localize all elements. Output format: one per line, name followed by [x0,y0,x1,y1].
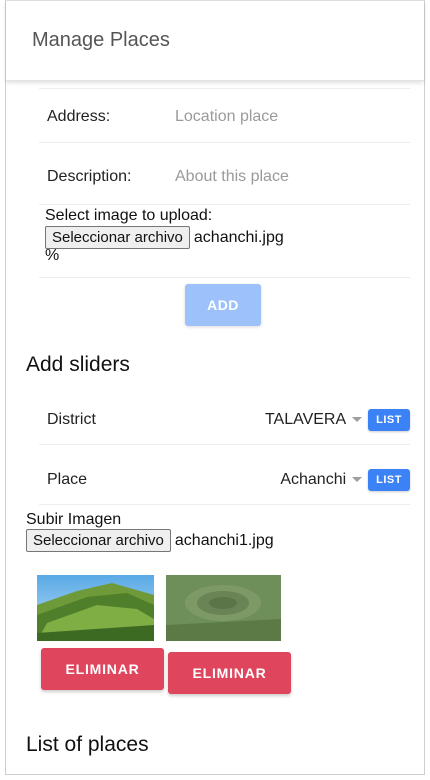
delete-image-1-button[interactable]: ELIMINAR [41,648,164,690]
divider [39,277,410,278]
app-frame: Manage Places Address: Location place De… [5,0,425,775]
description-label: Description: [47,167,132,185]
district-value: TALAVERA [264,410,347,428]
place-value: Achanchi [280,470,347,488]
place-list-button[interactable]: LIST [368,468,410,491]
file-choose-button[interactable]: Seleccionar archivo [45,226,190,249]
file-name: achanchi.jpg [193,228,284,246]
upload-block: Select image to upload: Seleccionar arch… [45,207,284,264]
slider-upload-label: Subir Imagen [26,511,122,528]
slider-file-choose-button[interactable]: Seleccionar archivo [26,529,171,552]
caret-down-icon [352,417,363,422]
district-select[interactable]: TALAVERA LIST [264,408,410,431]
address-row: Address: Location place [39,91,410,143]
app-header: Manage Places [6,1,424,81]
add-button[interactable]: ADD [185,284,261,326]
slider-file-name: achanchi1.jpg [174,531,274,549]
upload-label: Select image to upload: [45,207,213,224]
description-row: Description: About this place [39,149,410,205]
district-row: District TALAVERA LIST [39,395,410,445]
place-row: Place Achanchi LIST [39,455,410,505]
district-label: District [47,410,96,428]
district-list-button[interactable]: LIST [368,408,410,431]
caret-down-icon [352,477,363,482]
slider-image-1 [37,575,154,641]
delete-image-2-button[interactable]: ELIMINAR [168,652,291,694]
address-input[interactable]: Location place [175,108,278,126]
page-title: Manage Places [32,29,170,51]
slider-image-2 [166,575,281,641]
sliders-title: Add sliders [26,353,130,376]
address-label: Address: [47,107,111,125]
place-label: Place [47,470,88,488]
upload-progress: % [45,247,60,264]
divider [39,88,410,89]
list-title: List of places [26,733,149,756]
slider-upload-block: Subir Imagen Seleccionar archivo achanch… [26,511,274,552]
place-select[interactable]: Achanchi LIST [280,468,410,491]
description-input[interactable]: About this place [175,168,289,186]
